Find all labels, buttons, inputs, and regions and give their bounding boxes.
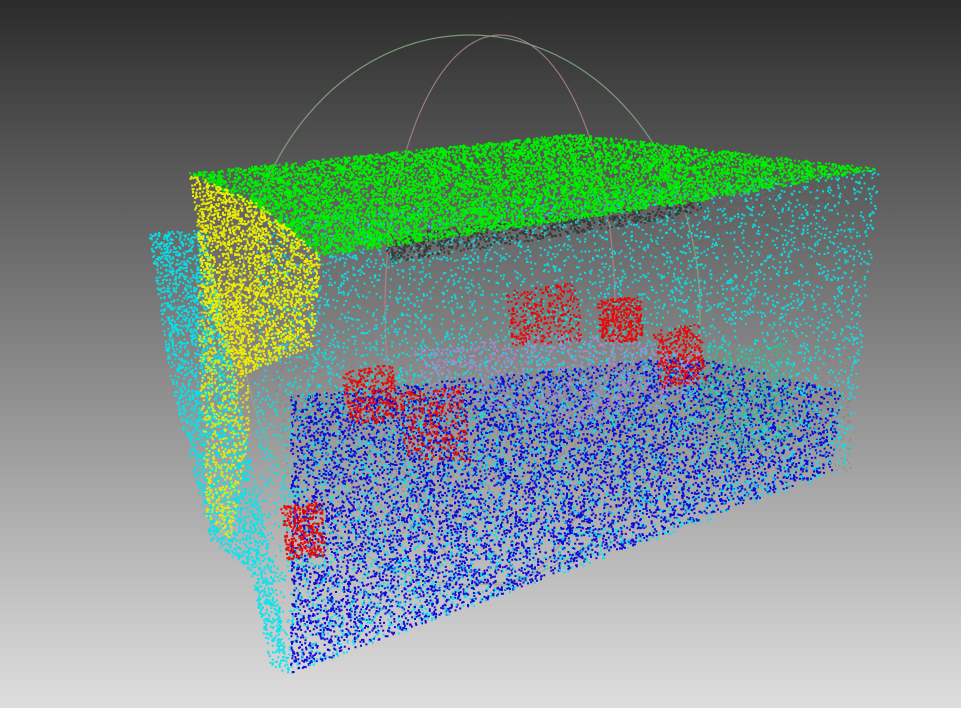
point-cloud-scene[interactable]: [0, 0, 961, 708]
3d-viewport[interactable]: [0, 0, 961, 708]
